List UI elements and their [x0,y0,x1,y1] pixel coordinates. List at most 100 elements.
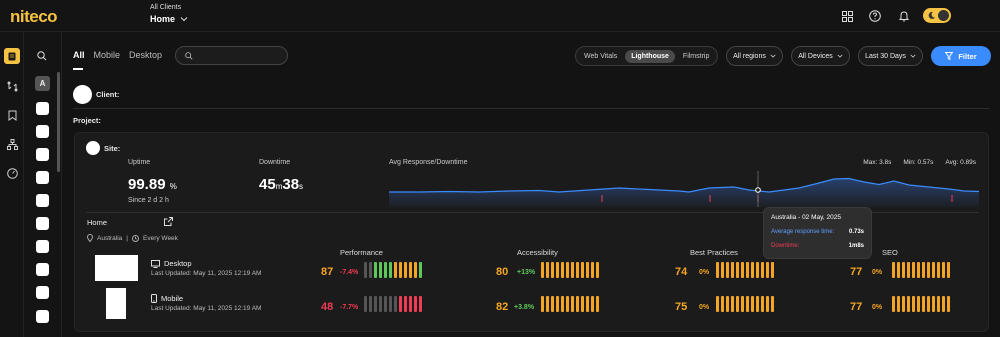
nav-speed[interactable] [4,165,20,181]
theme-toggle[interactable] [923,8,951,23]
desktop-seo-delta: 0% [872,269,883,276]
category-accessibility: Accessibility [517,248,558,257]
date-range-dropdown[interactable]: Last 30 Days [858,46,923,66]
client-item[interactable] [36,217,49,230]
hover-point [755,187,761,193]
mobile-accessibility-history [541,296,599,312]
active-tab-indicator [73,68,83,70]
help-icon[interactable] [868,9,882,23]
search-input[interactable] [175,46,288,65]
nav-structure[interactable] [4,136,20,152]
regions-dropdown[interactable]: All regions [726,46,783,66]
history-bar [364,296,367,312]
history-bar [561,296,564,312]
bell-icon[interactable] [897,9,911,23]
history-bar [912,262,915,278]
history-bar [726,296,729,312]
moon-icon [928,11,935,19]
left-nav-rail [0,32,24,337]
tooltip-downtime-value: 1m8s [848,243,864,249]
grid-apps-icon[interactable] [840,9,854,23]
history-bar [922,262,925,278]
history-bar [947,262,950,278]
client-item[interactable] [36,194,49,207]
history-bar [897,262,900,278]
history-bar [917,262,920,278]
client-item[interactable] [36,286,49,299]
history-bar [716,296,719,312]
history-bar [917,296,920,312]
nav-bookmarks[interactable] [4,107,20,123]
client-item[interactable] [36,310,49,323]
desktop-performance-delta: -7.4% [340,269,359,276]
client-item[interactable] [36,148,49,161]
device-desktop: Desktop [151,259,192,268]
history-bar [912,296,915,312]
history-bar [384,262,387,278]
breadcrumb: All Clients Home [150,4,188,24]
site-avatar [86,141,100,155]
breadcrumb-current[interactable]: Home [150,14,188,24]
history-bar [591,262,594,278]
breadcrumb-all-clients[interactable]: All Clients [150,4,188,11]
client-list-scrollbar[interactable] [57,72,60,172]
mobile-seo-delta: 0% [872,304,883,311]
history-bar [756,296,759,312]
client-avatar-a[interactable]: A [35,76,50,91]
tab-desktop[interactable]: Desktop [129,50,162,60]
history-bar [399,262,402,278]
history-bar [746,296,749,312]
view-lighthouse[interactable]: Lighthouse [625,49,675,63]
devices-dropdown[interactable]: All Devices [791,46,850,66]
tab-all[interactable]: All [73,50,85,60]
devices-value: All Devices [798,52,833,60]
mobile-updated: Last Updated: May 11, 2025 12:19 AM [151,305,262,312]
date-range-value: Last 30 Days [865,52,906,60]
history-bar [942,296,945,312]
nav-dashboard[interactable] [4,48,20,64]
search-icon[interactable] [37,51,47,63]
mobile-screenshot-thumbnail[interactable] [106,288,126,319]
external-link-icon[interactable] [164,217,173,226]
history-bar [766,296,769,312]
history-bar [546,262,549,278]
history-bar [932,296,935,312]
client-item[interactable] [36,102,49,115]
tab-mobile[interactable]: Mobile [94,50,121,60]
history-bar [721,296,724,312]
response-max: Max: 3.8s [863,159,892,166]
search-icon [185,52,193,60]
history-bar [942,262,945,278]
view-web-vitals[interactable]: Web Vitals [578,50,623,63]
mobile-performance-history [364,296,422,312]
history-bar [746,262,749,278]
response-avg: Avg: 0.89s [945,159,976,166]
history-bar [369,262,372,278]
mobile-seo-score: 77 [850,301,863,313]
history-bar [414,296,417,312]
desktop-accessibility-history [541,262,599,278]
client-item[interactable] [36,240,49,253]
monitor-icon [151,259,160,268]
response-chart-label: Avg Response/Downtime [389,159,468,166]
client-item[interactable] [36,263,49,276]
history-bar [586,262,589,278]
desktop-seo-history [892,262,950,278]
nav-compare[interactable] [4,78,20,94]
niteco-logo[interactable]: niteco [10,7,58,27]
uptime-since: Since 2 d 2 h [128,197,169,204]
client-item[interactable] [36,125,49,138]
desktop-best-practices-delta: 0% [699,269,710,276]
history-bar [736,262,739,278]
response-time-chart[interactable] [389,171,979,207]
downtime-seconds-unit: s [299,182,304,191]
history-bar [394,262,397,278]
client-item[interactable] [36,171,49,184]
history-bar [596,296,599,312]
history-bar [927,296,930,312]
history-bar [596,262,599,278]
filter-button[interactable]: Filter [931,46,991,66]
view-filmstrip[interactable]: Filmstrip [677,50,715,63]
desktop-screenshot-thumbnail[interactable] [95,255,138,281]
history-bar [379,262,382,278]
